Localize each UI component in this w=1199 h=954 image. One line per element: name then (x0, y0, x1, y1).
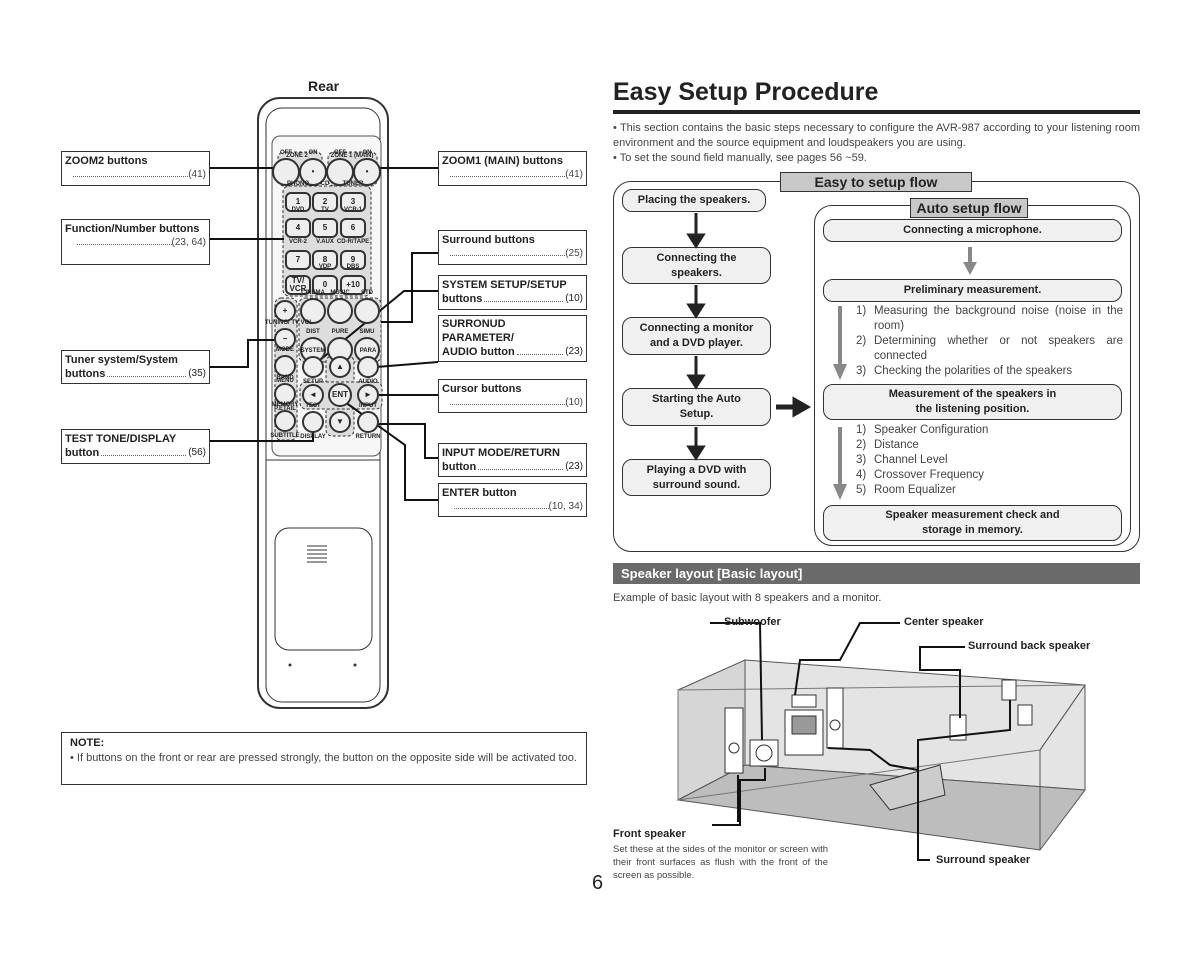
callout-ref: (23, 64) (171, 237, 206, 248)
remote-button[interactable] (274, 355, 296, 377)
remote-button[interactable]: + (274, 300, 296, 322)
list-item: 3) Checking the polarities of the speaker… (856, 365, 1073, 377)
remote-button[interactable] (327, 298, 353, 324)
note-title: NOTE: (70, 737, 105, 749)
remote-button[interactable] (354, 298, 380, 324)
callout-ref: (10, 34) (548, 501, 583, 512)
remote-button[interactable]: 4 (285, 218, 311, 238)
list-item: 2) Distance (856, 439, 919, 451)
list-item: 5) Room Equalizer (856, 484, 956, 496)
remote-button-label: PARA (359, 348, 377, 354)
callout-system-setup: SYSTEM SETUP/SETUP buttons (10) (438, 275, 587, 310)
remote-button-label: VCR-1 (343, 207, 362, 213)
callout-surround: Surround buttons (25) (438, 230, 587, 265)
remote-button-label: SYSTEM (300, 348, 326, 354)
label-center-speaker: Center speaker (904, 616, 984, 628)
note-text: • If buttons on the front or rear are pr… (70, 752, 577, 764)
remote-button[interactable] (302, 411, 324, 433)
label-front-speaker: Front speaker (613, 828, 686, 840)
remote-button-label: CD-R/TAPE (336, 239, 370, 245)
remote-button-label: INPUT (359, 403, 377, 409)
intro: • This section contains the basic steps … (613, 121, 1140, 166)
remote-button-label: TUNER (342, 181, 364, 187)
callout-title: Cursor buttons (442, 383, 522, 395)
intro-bullet: • This section contains the basic steps … (613, 122, 1140, 149)
list-item: 4) Crossover Frequency (856, 469, 984, 481)
callout-title: buttons (442, 293, 483, 305)
callout-surround-parameter: SURRONUD PARAMETER/ AUDIO button (23) (438, 315, 587, 362)
remote-button-label: TUNING/ TV VOL (265, 320, 313, 326)
remote-button[interactable]: ▲ (329, 356, 351, 378)
label-surround-speaker: Surround speaker (936, 854, 1031, 866)
label-subwoofer: Subwoofer (724, 616, 781, 628)
step-measurement: Measurement of the speakers in the liste… (823, 384, 1122, 420)
callout-title: INPUT MODE/RETURN (442, 447, 560, 459)
speaker-layout-heading: Speaker layout [Basic layout] (613, 563, 1140, 584)
callout-title: ENTER button (442, 487, 517, 499)
zone1-label: ZONE 1 (MAIN) (330, 153, 374, 159)
label-surround-back-speaker: Surround back speaker (968, 640, 1091, 652)
callout-title: TEST TONE/DISPLAY (65, 433, 177, 445)
list-item: 3) Channel Level (856, 454, 948, 466)
callout-zoom2: ZOOM2 buttons (41) (61, 151, 210, 186)
auto-flow-title: Auto setup flow (910, 198, 1028, 218)
remote-button[interactable] (357, 411, 379, 433)
callout-ref: (10) (565, 293, 583, 304)
intro-bullet: • To set the sound field manually, see p… (613, 152, 867, 164)
list-item: 2) Determining whether or not speakers ar… (856, 335, 1123, 362)
remote-button[interactable] (357, 356, 379, 378)
measurement-list: 1) Speaker Configuration 2) Distance 3) Cha… (856, 423, 1123, 498)
callout-test-tone: TEST TONE/DISPLAY button (56) (61, 429, 210, 464)
remote-button[interactable]: 5 (312, 218, 338, 238)
list-item: 1) Speaker Configuration (856, 424, 989, 436)
callout-title: SYSTEM SETUP/SETUP (442, 279, 567, 291)
callout-enter: ENTER button (10, 34) (438, 483, 587, 517)
remote-button-label: STD (361, 290, 373, 296)
callout-ref: (23) (565, 346, 583, 357)
remote-button-label: SIMU (359, 329, 375, 335)
callout-function-number: Function/Number buttons (23, 64) (61, 219, 210, 265)
callout-tuner-system: Tuner system/System buttons (35) (61, 350, 210, 384)
callout-cursor: Cursor buttons (10) (438, 379, 587, 413)
remote-button[interactable]: 6 (340, 218, 366, 238)
zone2-label: ZONE 2 (286, 153, 308, 159)
callout-title: Tuner system/System (65, 354, 178, 366)
callout-title: SURRONUD PARAMETER/ (442, 318, 514, 344)
preliminary-list: 1) Measuring the background noise (noise … (856, 304, 1123, 379)
callout-zoom1: ZOOM1 (MAIN) buttons (41) (438, 151, 587, 186)
page-title: Easy Setup Procedure (613, 78, 879, 106)
callout-title: ZOOM1 (MAIN) buttons (442, 155, 563, 167)
callout-ref: (41) (565, 169, 583, 180)
remote-button[interactable]: ▼ (329, 411, 351, 433)
callout-title: ZOOM2 buttons (65, 155, 148, 167)
callout-title: AUDIO button (442, 346, 515, 358)
remote-button-label: TEST (305, 403, 321, 409)
callout-input-mode: INPUT MODE/RETURN button (23) (438, 443, 587, 477)
callout-ref: (25) (565, 248, 583, 259)
callout-ref: (10) (565, 397, 583, 408)
callout-ref: (23) (565, 461, 583, 472)
callout-title: button (65, 447, 100, 459)
step-check-storage: Speaker measurement check and storage in… (823, 505, 1122, 541)
callout-title: buttons (65, 368, 106, 380)
callout-ref: (41) (188, 169, 206, 180)
callout-ref: (56) (188, 447, 206, 458)
callout-ref: (35) (188, 368, 206, 379)
remote-button[interactable] (274, 410, 296, 432)
list-item: 1) Measuring the background noise (noise … (856, 305, 1123, 332)
remote-button-label: DBS (346, 264, 360, 270)
callout-title: Surround buttons (442, 234, 535, 246)
callout-title: button (442, 461, 477, 473)
front-speaker-description: Set these at the sides of the monitor or… (613, 844, 828, 881)
remote-button-sublabel: DISPLAY (300, 434, 326, 440)
remote-button-sublabel: RETURN (355, 434, 381, 440)
title-rule (613, 110, 1140, 114)
step-preliminary: Preliminary measurement. (823, 279, 1122, 302)
callout-title: Function/Number buttons (65, 223, 200, 235)
step-connecting-microphone: Connecting a microphone. (823, 219, 1122, 242)
note-box: NOTE: • If buttons on the front or rear … (61, 732, 587, 785)
remote-button[interactable] (302, 356, 324, 378)
